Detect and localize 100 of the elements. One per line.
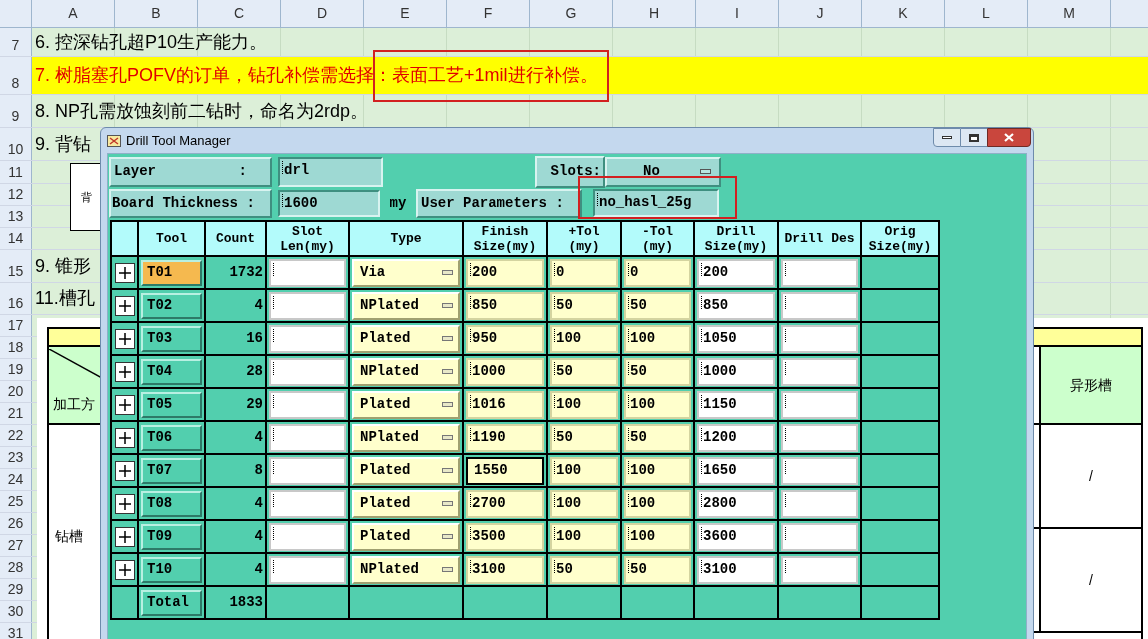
drill-description-field[interactable] [781,489,858,518]
slot-length-field[interactable] [269,291,346,320]
drill-size-field[interactable]: 3600 [697,522,775,551]
expand-icon[interactable] [114,559,135,580]
row-header[interactable]: 13 [0,206,32,227]
minus-tolerance-field[interactable]: 100 [624,390,691,419]
minus-tolerance-field[interactable]: 50 [624,291,691,320]
drill-description-field[interactable] [781,390,858,419]
tool-button[interactable]: T04 [141,358,202,385]
row-header[interactable]: 30 [0,601,32,622]
drill-description-field[interactable] [781,456,858,485]
minus-tolerance-field[interactable]: 100 [624,489,691,518]
expand-icon[interactable] [114,526,135,547]
layer-button[interactable]: Layer : [109,156,272,187]
drill-description-field[interactable] [781,324,858,353]
drill-size-field[interactable]: 850 [697,291,775,320]
tool-button[interactable]: T06 [141,424,202,451]
finish-size-field[interactable]: 3500 [466,522,544,551]
expand-icon[interactable] [114,295,135,316]
column-header[interactable]: J [779,0,862,27]
column-header[interactable]: D [281,0,364,27]
finish-size-field[interactable]: 850 [466,291,544,320]
drill-size-field[interactable]: 2800 [697,489,775,518]
row-header[interactable]: 17 [0,315,32,336]
slot-length-field[interactable] [269,489,346,518]
column-header[interactable]: M [1028,0,1111,27]
type-dropdown[interactable]: NPlated [352,357,460,386]
drill-size-field[interactable]: 1000 [697,357,775,386]
row-header[interactable]: 18 [0,337,32,358]
plus-tolerance-field[interactable]: 0 [550,258,618,287]
plus-tolerance-field[interactable]: 100 [550,522,618,551]
row-header[interactable]: 14 [0,228,32,249]
type-dropdown[interactable]: NPlated [352,291,460,320]
plus-tolerance-field[interactable]: 100 [550,390,618,419]
minus-tolerance-field[interactable]: 50 [624,423,691,452]
finish-size-field[interactable]: 1190 [466,423,544,452]
row-header[interactable]: 15 [0,250,32,282]
tool-button[interactable]: T01 [141,259,202,286]
drill-size-field[interactable]: 1650 [697,456,775,485]
slot-length-field[interactable] [269,456,346,485]
finish-size-field[interactable]: 1000 [466,357,544,386]
minimize-button[interactable] [933,128,961,147]
maximize-button[interactable] [961,128,987,147]
type-dropdown[interactable]: Plated [352,324,460,353]
row-header[interactable]: 27 [0,535,32,556]
thickness-field[interactable]: 1600 [278,189,380,217]
expand-icon[interactable] [114,460,135,481]
slot-length-field[interactable] [269,390,346,419]
plus-tolerance-field[interactable]: 50 [550,423,618,452]
column-header[interactable]: E [364,0,447,27]
type-dropdown[interactable]: NPlated [352,423,460,452]
column-header[interactable]: I [696,0,779,27]
slot-length-field[interactable] [269,423,346,452]
user-parameters-button[interactable]: User Parameters : [416,188,582,218]
slot-length-field[interactable] [269,522,346,551]
finish-size-field[interactable]: 950 [466,324,544,353]
total-button[interactable]: Total [141,589,202,616]
drill-description-field[interactable] [781,258,858,287]
column-header[interactable]: K [862,0,945,27]
slot-length-field[interactable] [269,324,346,353]
row-header[interactable]: 10 [0,128,32,160]
minus-tolerance-field[interactable]: 100 [624,456,691,485]
row-header[interactable]: 29 [0,579,32,600]
tool-button[interactable]: T07 [141,457,202,484]
layer-field[interactable]: drl [278,156,383,187]
finish-size-field[interactable]: 2700 [466,489,544,518]
minus-tolerance-field[interactable]: 50 [624,357,691,386]
plus-tolerance-field[interactable]: 50 [550,357,618,386]
row-header[interactable]: 8 [0,57,32,94]
finish-size-field[interactable]: 3100 [466,555,544,584]
drill-description-field[interactable] [781,555,858,584]
type-dropdown[interactable]: Via [352,258,460,287]
column-header[interactable]: C [198,0,281,27]
column-header[interactable]: F [447,0,530,27]
type-dropdown[interactable]: Plated [352,489,460,518]
plus-tolerance-field[interactable]: 50 [550,555,618,584]
row-header[interactable]: 19 [0,359,32,380]
column-header[interactable]: L [945,0,1028,27]
drill-description-field[interactable] [781,522,858,551]
type-dropdown[interactable]: Plated [352,390,460,419]
slots-dropdown[interactable]: No [605,156,721,187]
plus-tolerance-field[interactable]: 100 [550,489,618,518]
tool-button[interactable]: T08 [141,490,202,517]
minus-tolerance-field[interactable]: 100 [624,522,691,551]
plus-tolerance-field[interactable]: 100 [550,456,618,485]
slot-length-field[interactable] [269,258,346,287]
row-header[interactable]: 26 [0,513,32,534]
type-dropdown[interactable]: Plated [352,522,460,551]
drill-description-field[interactable] [781,423,858,452]
drill-size-field[interactable]: 200 [697,258,775,287]
column-header[interactable]: H [613,0,696,27]
expand-icon[interactable] [114,493,135,514]
tool-button[interactable]: T10 [141,556,202,583]
slot-length-field[interactable] [269,555,346,584]
slot-length-field[interactable] [269,357,346,386]
row-header[interactable]: 22 [0,425,32,446]
expand-icon[interactable] [114,328,135,349]
row-header[interactable]: 7 [0,28,32,56]
tool-button[interactable]: T03 [141,325,202,352]
row-header[interactable]: 21 [0,403,32,424]
